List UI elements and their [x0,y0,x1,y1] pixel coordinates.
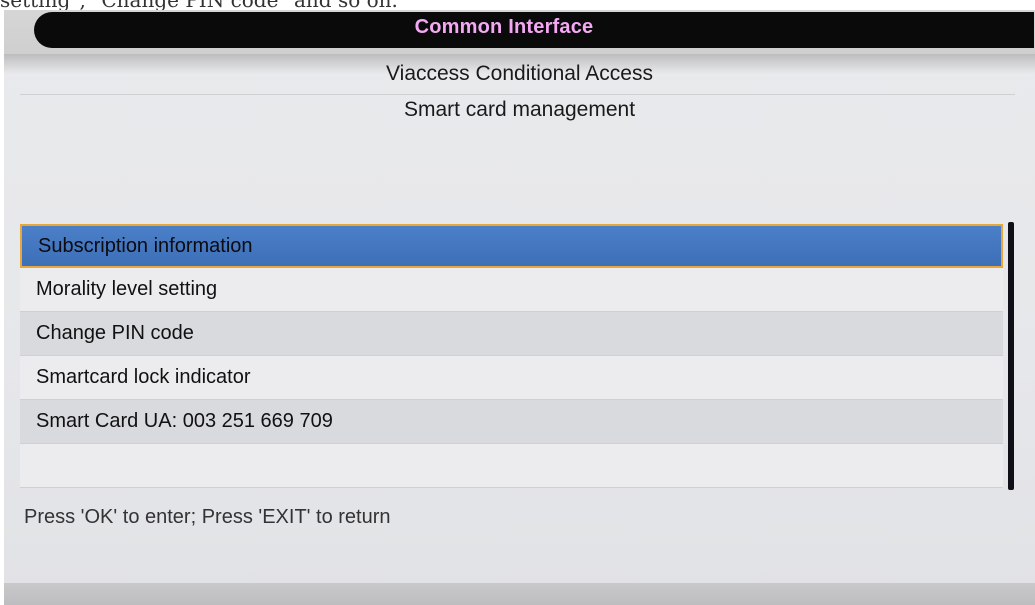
menu-item-label: Smartcard lock indicator [36,366,251,388]
header-divider [20,94,1015,95]
page-subtitle: Smart card management [403,98,636,121]
menu-item-label: Subscription information [38,234,253,257]
window-title: Common Interface [414,16,594,38]
menu-list: Subscription information Morality level … [20,224,1003,488]
menu-item-change-pin-code[interactable]: Change PIN code [20,312,1003,356]
scrollbar[interactable] [1008,222,1014,490]
screen-bottom-bezel [4,583,1035,605]
menu-item-smartcard-lock-indicator[interactable]: Smartcard lock indicator [20,356,1003,400]
page-title: Viaccess Conditional Access [386,62,653,85]
menu-item-label: Morality level setting [36,278,218,300]
tv-screen: Common Interface Viaccess Conditional Ac… [4,10,1035,605]
screen-top-bezel: Common Interface [4,10,1035,54]
menu-item-subscription-information[interactable]: Subscription information [20,224,1003,268]
menu-item-empty [20,444,1003,488]
menu-item-smart-card-ua[interactable]: Smart Card UA: 003 251 669 709 [20,400,1003,444]
menu-item-morality-level-setting[interactable]: Morality level setting [20,268,1003,312]
title-bar: Common Interface [34,12,1034,48]
menu-item-label: Smart Card UA: 003 251 669 709 [36,410,333,432]
footer-hint: Press 'OK' to enter; Press 'EXIT' to ret… [24,506,391,528]
menu-item-label: Change PIN code [36,322,194,344]
